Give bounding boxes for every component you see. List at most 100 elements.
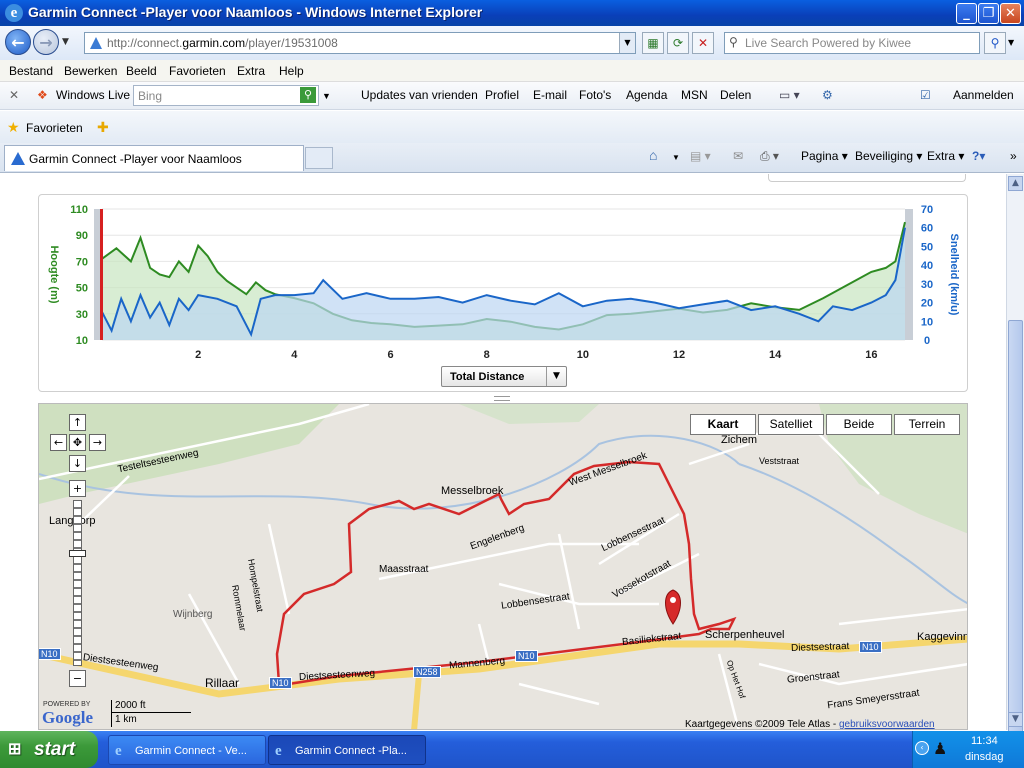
live-options-icon[interactable]: ▭ ▾ [779, 88, 800, 102]
menu-beeld[interactable]: Beeld [126, 64, 157, 78]
maptype-beide[interactable]: Beide [826, 414, 892, 435]
search-go-icon[interactable]: ⚲ [984, 32, 1006, 54]
live-translate-icon[interactable]: ⚙ [822, 88, 833, 102]
taskbar-item-1[interactable]: e Garmin Connect - Ve... [108, 735, 266, 765]
forward-button[interactable]: → [33, 29, 59, 55]
pan-up-icon[interactable]: ↑ [69, 414, 86, 431]
bing-placeholder: Bing [138, 89, 163, 103]
map-label-veststraat: Veststraat [759, 456, 800, 466]
window-title-bar: e Garmin Connect -Player voor Naamloos -… [0, 0, 1024, 26]
scrollbar-thumb[interactable] [1008, 320, 1023, 760]
compat-view-icon[interactable]: ▦ [642, 32, 664, 54]
right-tick-label: 30 [921, 279, 933, 291]
feeds-icon[interactable]: ▤ ▾ [690, 149, 711, 163]
resize-handle[interactable] [494, 396, 510, 401]
map-label-kaggevinne: Kaggevinn [917, 631, 968, 643]
back-button[interactable]: ← [5, 29, 31, 55]
home-dropdown-icon[interactable]: ▼ [672, 153, 680, 162]
left-tick-label: 30 [76, 309, 88, 321]
route-map[interactable]: Zichem Messelbroek Langdorp Wijnberg Ril… [38, 403, 968, 730]
address-input[interactable]: http://connect.garmin.com/player/1953100… [84, 32, 636, 54]
print-icon[interactable]: ⎙ ▾ [760, 149, 779, 164]
live-link-updates[interactable]: Updates van vrienden [361, 88, 478, 102]
mail-icon[interactable]: ✉ [733, 149, 743, 163]
vertical-scrollbar[interactable]: ▲ ▼ [1006, 174, 1024, 760]
zoom-in-icon[interactable]: + [69, 480, 86, 497]
scroll-up-icon[interactable]: ▲ [1008, 176, 1023, 191]
map-label-wijnberg: Wijnberg [173, 609, 213, 620]
right-tick-label: 0 [924, 335, 930, 347]
x-tick-label: 2 [195, 349, 201, 361]
pan-left-icon[interactable]: ← [50, 434, 67, 451]
toolbar-close-icon[interactable]: ✕ [9, 88, 19, 102]
bing-search-icon[interactable]: ⚲ [300, 87, 316, 103]
minimize-button[interactable]: _ [956, 3, 977, 24]
live-link-fotos[interactable]: Foto's [579, 88, 611, 102]
road-shield-n10: N10 [269, 677, 292, 689]
maptype-terrein[interactable]: Terrein [894, 414, 960, 435]
address-dropdown-icon[interactable]: ▼ [619, 33, 635, 53]
live-link-profiel[interactable]: Profiel [485, 88, 519, 102]
search-input[interactable]: ⚲ Live Search Powered by Kiwee [724, 32, 980, 54]
left-tick-label: 10 [76, 335, 88, 347]
scroll-down-icon[interactable]: ▼ [1008, 712, 1023, 727]
live-link-agenda[interactable]: Agenda [626, 88, 667, 102]
new-tab-button[interactable] [305, 147, 333, 169]
signin-link[interactable]: Aanmelden [953, 88, 1014, 102]
refresh-icon[interactable]: ⟳ [667, 32, 689, 54]
history-dropdown-icon[interactable]: ▼ [62, 36, 69, 48]
zoom-slider[interactable] [73, 500, 82, 666]
taskbar-item-2[interactable]: e Garmin Connect -Pla... [268, 735, 426, 765]
user-tray-icon[interactable]: ♟ [933, 739, 947, 759]
stop-icon[interactable]: ✕ [692, 32, 714, 54]
zoom-slider-handle[interactable] [69, 550, 86, 557]
menu-bewerken[interactable]: Bewerken [64, 64, 117, 78]
add-favorite-icon[interactable]: ✚ [97, 119, 109, 136]
right-tick-label: 70 [921, 204, 933, 216]
right-tick-label: 10 [921, 316, 933, 328]
scale-label-km: 1 km [115, 714, 137, 725]
pan-down-icon[interactable]: ↓ [69, 455, 86, 472]
live-link-msn[interactable]: MSN [681, 88, 708, 102]
right-tick-label: 50 [921, 241, 933, 253]
live-link-delen[interactable]: Delen [720, 88, 751, 102]
x-axis-dropdown[interactable]: Total Distance ▼ [441, 366, 567, 387]
maptype-kaart[interactable]: Kaart [690, 414, 756, 435]
search-options-icon[interactable]: ▼ [1008, 38, 1014, 48]
road-shield-n258: N258 [413, 666, 441, 678]
favorites-button[interactable]: Favorieten [26, 121, 83, 135]
tray-expand-icon[interactable]: ‹ [915, 741, 929, 755]
maximize-button[interactable]: ❐ [978, 3, 999, 24]
bing-dropdown-icon[interactable]: ▼ [322, 91, 331, 101]
menu-bestand[interactable]: Bestand [9, 64, 53, 78]
tools-menu[interactable]: Extra ▾ [927, 149, 964, 163]
route-marker-icon[interactable] [665, 589, 681, 625]
more-chevron-icon[interactable]: » [1010, 149, 1017, 163]
window-title: Garmin Connect -Player voor Naamloos - W… [28, 4, 483, 20]
start-button[interactable]: ⊞ start [0, 731, 98, 768]
home-icon[interactable]: ⌂ [649, 147, 657, 163]
live-link-email[interactable]: E-mail [533, 88, 567, 102]
road-shield-n10: N10 [39, 648, 61, 660]
windows-live-brand[interactable]: Windows Live [56, 88, 130, 102]
bing-search-input[interactable]: Bing ⚲ [133, 85, 319, 106]
page-menu[interactable]: Pagina ▾ [801, 149, 848, 163]
forest-area [459, 404, 599, 424]
menu-extra[interactable]: Extra [237, 64, 265, 78]
powered-by-label: POWERED BY [43, 701, 91, 708]
road-shield-n10: N10 [859, 641, 882, 653]
menu-favorieten[interactable]: Favorieten [169, 64, 226, 78]
search-icon: ⚲ [729, 35, 738, 49]
security-menu[interactable]: Beveiliging ▾ [855, 149, 922, 163]
menu-help[interactable]: Help [279, 64, 304, 78]
help-icon[interactable]: ?▾ [972, 149, 985, 163]
maptype-satelliet[interactable]: Satelliet [758, 414, 824, 435]
pan-center-icon[interactable]: ✥ [69, 434, 86, 451]
close-button[interactable]: ✕ [1000, 3, 1021, 24]
clock-time[interactable]: 11:34 [971, 735, 998, 747]
google-logo[interactable]: Google [42, 708, 93, 728]
tab-active[interactable]: Garmin Connect -Player voor Naamloos [4, 145, 304, 171]
pan-right-icon[interactable]: → [89, 434, 106, 451]
x-tick-label: 14 [769, 349, 782, 361]
zoom-out-icon[interactable]: − [69, 670, 86, 687]
